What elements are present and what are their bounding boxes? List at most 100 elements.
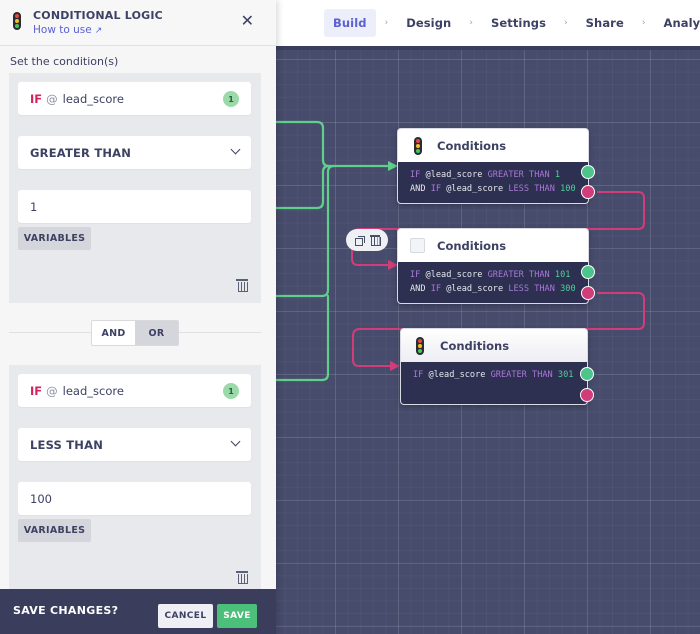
variable-field[interactable]: IF @ lead_score 1 — [18, 82, 251, 115]
panel-header: CONDITIONAL LOGIC How to use ↗ ✕ — [0, 0, 276, 46]
traffic-light-icon — [13, 12, 21, 30]
panel-title: CONDITIONAL LOGIC — [33, 9, 163, 22]
at-symbol: @ — [46, 91, 58, 106]
keyword-token: GREATER THAN — [490, 370, 553, 380]
node-body: IF @lead_score GREATER THAN 1 AND IF @lea… — [397, 162, 595, 204]
save-button[interactable]: SAVE — [217, 604, 257, 628]
condition-line: IF @lead_score GREATER THAN 101 — [410, 268, 576, 282]
variable-name: lead_score — [62, 91, 124, 106]
if-keyword: IF — [30, 91, 43, 106]
text-token: @lead_score — [441, 284, 509, 294]
true-output-port[interactable] — [581, 165, 595, 179]
at-symbol: @ — [46, 383, 58, 398]
text-token: @lead_score — [420, 270, 488, 280]
save-changes-bar: SAVE CHANGES? CANCEL SAVE — [0, 589, 276, 634]
node-toolbar — [346, 229, 388, 251]
nav-step-design[interactable]: Design — [397, 9, 460, 37]
text-token: @lead_score — [441, 184, 509, 194]
traffic-light-icon — [414, 137, 422, 155]
variable-field[interactable]: IF @ lead_score 1 — [18, 374, 251, 407]
keyword-token: LESS THAN — [508, 284, 555, 294]
number-token: 301 — [557, 370, 574, 380]
trash-icon[interactable] — [370, 235, 381, 246]
chevron-right-icon: › — [641, 18, 646, 28]
condition-block-2: IF @ lead_score 1 LESS THAN 100 VARIABLE… — [9, 365, 261, 589]
variable-badge: 1 — [223, 91, 239, 107]
condition-line: IF @lead_score GREATER THAN 301 — [413, 368, 575, 382]
value-input[interactable]: 100 — [18, 482, 251, 515]
variables-button[interactable]: VARIABLES — [18, 519, 91, 542]
node-title: Conditions — [440, 339, 510, 353]
keyword-token: IF — [413, 370, 424, 380]
nav-step-share[interactable]: Share — [577, 9, 633, 37]
condition-line: AND IF @lead_score LESS THAN 100 — [410, 182, 576, 196]
node-body: IF @lead_score GREATER THAN 101 AND IF @l… — [397, 262, 595, 304]
keyword-token: LESS THAN — [508, 184, 555, 194]
how-to-use-label: How to use — [33, 24, 92, 36]
condition-node-3[interactable]: Conditions IF @lead_score GREATER THAN 3… — [400, 328, 594, 405]
chevron-right-icon: › — [384, 18, 389, 28]
keyword-token: IF — [410, 270, 421, 280]
number-token: 300 — [560, 284, 576, 294]
keyword-token: IF — [430, 184, 442, 194]
copy-icon[interactable] — [355, 235, 365, 246]
chevron-right-icon: › — [469, 18, 473, 28]
variable-name: lead_score — [62, 383, 124, 398]
node-header: Conditions — [397, 128, 589, 162]
checkbox-icon[interactable] — [410, 238, 425, 253]
variable-badge: 1 — [223, 383, 239, 399]
conditional-logic-panel: CONDITIONAL LOGIC How to use ↗ ✕ Set the … — [0, 0, 276, 634]
if-keyword: IF — [30, 383, 43, 398]
value-input[interactable]: 1 — [18, 190, 251, 223]
nav-step-analyze[interactable]: Analyze — [654, 9, 700, 37]
keyword-token: IF — [430, 284, 442, 294]
chevron-down-icon — [230, 436, 241, 447]
trash-icon[interactable] — [236, 571, 248, 584]
condition-block-1: IF @ lead_score 1 GREATER THAN 1 VARIABL… — [9, 73, 261, 303]
node-body: IF @lead_score GREATER THAN 301 — [400, 362, 594, 405]
nav-step-build[interactable]: Build — [324, 9, 376, 37]
number-token: 1 — [554, 170, 561, 180]
text-token: AND — [410, 284, 431, 294]
and-option[interactable]: AND — [92, 321, 135, 345]
variables-button[interactable]: VARIABLES — [18, 227, 91, 250]
operator-value: GREATER THAN — [30, 145, 132, 160]
step-navigation: Build › Design › Settings › Share › Anal… — [276, 0, 700, 46]
true-output-port[interactable] — [581, 265, 595, 279]
node-title: Conditions — [437, 239, 507, 253]
false-output-port[interactable] — [581, 286, 595, 300]
operator-value: LESS THAN — [30, 437, 104, 452]
keyword-token: GREATER THAN — [487, 270, 550, 280]
number-token: 100 — [560, 184, 576, 194]
node-title: Conditions — [437, 139, 507, 153]
condition-line: IF @lead_score GREATER THAN 1 — [410, 168, 576, 182]
trash-icon[interactable] — [236, 279, 248, 292]
true-output-port[interactable] — [580, 367, 594, 381]
false-output-port[interactable] — [581, 185, 595, 199]
node-header: Conditions — [400, 328, 588, 362]
text-token: @lead_score — [420, 170, 488, 180]
keyword-token: IF — [410, 170, 421, 180]
section-label: Set the condition(s) — [10, 55, 119, 68]
traffic-light-icon — [416, 337, 424, 355]
false-output-port[interactable] — [580, 388, 594, 402]
text-token: @lead_score — [423, 370, 491, 380]
or-option[interactable]: OR — [135, 321, 178, 345]
nav-step-settings[interactable]: Settings — [482, 9, 555, 37]
value-text: 1 — [30, 199, 38, 214]
save-changes-label: SAVE CHANGES? — [13, 604, 119, 617]
condition-line: AND IF @lead_score LESS THAN 300 — [410, 282, 576, 296]
value-text: 100 — [30, 491, 52, 506]
condition-node-2[interactable]: Conditions IF @lead_score GREATER THAN 1… — [397, 228, 595, 304]
close-icon[interactable]: ✕ — [241, 13, 254, 29]
how-to-use-link[interactable]: How to use ↗ — [33, 24, 102, 36]
chevron-right-icon: › — [564, 18, 568, 28]
chevron-down-icon — [230, 144, 241, 155]
condition-node-1[interactable]: Conditions IF @lead_score GREATER THAN 1… — [397, 128, 595, 204]
cancel-button[interactable]: CANCEL — [158, 604, 213, 628]
keyword-token: GREATER THAN — [487, 170, 550, 180]
logic-toggle: AND OR — [91, 320, 179, 346]
operator-select[interactable]: LESS THAN — [18, 428, 251, 461]
operator-select[interactable]: GREATER THAN — [18, 136, 251, 169]
number-token: 101 — [554, 270, 571, 280]
